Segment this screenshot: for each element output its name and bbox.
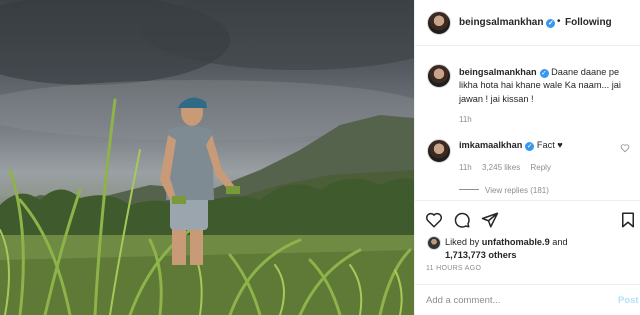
verified-icon: ✓ bbox=[525, 142, 535, 151]
comment-text: Fact ♥ bbox=[536, 140, 563, 150]
action-bar bbox=[415, 200, 640, 230]
post-comment-button[interactable]: Post bbox=[618, 295, 639, 306]
author-avatar[interactable] bbox=[427, 11, 451, 35]
liked-by-and: and bbox=[549, 237, 568, 247]
comment-icon[interactable] bbox=[453, 211, 471, 229]
post-timestamp[interactable]: 11 HOURS AGO bbox=[426, 265, 481, 272]
comment-meta: 11h 3,245 likes Reply bbox=[459, 163, 551, 172]
caption: beingsalmankhan ✓ Daane daane pe likha ho… bbox=[459, 66, 637, 106]
author-username[interactable]: beingsalmankhan ✓ bbox=[459, 17, 556, 28]
bookmark-icon[interactable] bbox=[619, 211, 637, 229]
post-header: beingsalmankhan ✓ • Following bbox=[415, 0, 640, 46]
comment-time[interactable]: 11h bbox=[459, 163, 472, 172]
liker-username[interactable]: unfathomable.9 bbox=[482, 237, 550, 247]
view-replies-label[interactable]: View replies (181) bbox=[485, 186, 549, 195]
field-scene bbox=[0, 0, 414, 315]
comment-likes[interactable]: 3,245 likes bbox=[482, 163, 520, 172]
caption-time[interactable]: 11h bbox=[459, 115, 472, 124]
view-replies[interactable]: View replies (181) bbox=[459, 186, 549, 195]
caption-avatar[interactable] bbox=[427, 64, 451, 88]
separator-dot: • bbox=[557, 16, 561, 27]
likes-count[interactable]: 1,713,773 others bbox=[445, 250, 517, 260]
likes-summary: Liked by unfathomable.9 and 1,713,773 ot… bbox=[445, 236, 635, 262]
share-icon[interactable] bbox=[481, 211, 499, 229]
reply-button[interactable]: Reply bbox=[530, 163, 550, 172]
heart-icon[interactable] bbox=[425, 211, 443, 229]
following-button[interactable]: Following bbox=[565, 17, 612, 28]
add-comment-bar: Add a comment... Post bbox=[415, 284, 640, 315]
add-comment-input[interactable]: Add a comment... bbox=[426, 295, 500, 306]
liker-avatar[interactable] bbox=[427, 236, 441, 250]
liked-by-prefix: Liked by bbox=[445, 237, 482, 247]
verified-icon: ✓ bbox=[539, 69, 549, 78]
caption-username[interactable]: beingsalmankhan bbox=[459, 67, 537, 77]
comment: imkamaalkhan ✓ Fact ♥ bbox=[459, 140, 563, 151]
post-photo[interactable] bbox=[0, 0, 414, 315]
replies-line bbox=[459, 189, 479, 190]
post-sidebar: beingsalmankhan ✓ • Following beingsalman… bbox=[414, 0, 640, 315]
comment-like-icon[interactable] bbox=[620, 143, 630, 153]
verified-icon: ✓ bbox=[546, 19, 556, 28]
commenter-avatar[interactable] bbox=[427, 139, 451, 163]
comment-username[interactable]: imkamaalkhan bbox=[459, 140, 522, 150]
